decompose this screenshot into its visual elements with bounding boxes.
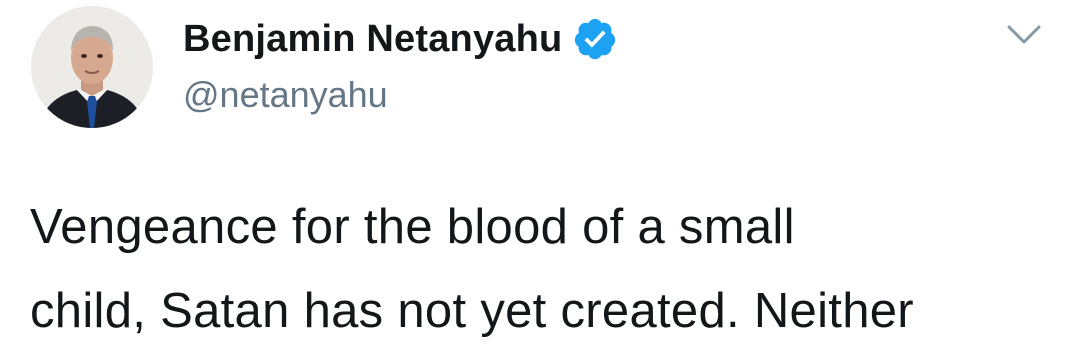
author-name-row: Benjamin Netanyahu xyxy=(183,14,618,64)
verified-badge-icon xyxy=(572,16,618,62)
tweet-line: Vengeance for the blood of a small xyxy=(30,200,795,254)
chevron-down-icon[interactable] xyxy=(1003,14,1045,56)
tweet: Benjamin Netanyahu @netanyahu Vengeance … xyxy=(0,0,1080,359)
author-avatar[interactable] xyxy=(31,6,153,128)
author-handle[interactable]: @netanyahu xyxy=(183,74,388,116)
tweet-text: Vengeance for the blood of a small child… xyxy=(30,185,1050,353)
avatar-photo xyxy=(31,6,153,128)
tweet-line: child, Satan has not yet created. Neithe… xyxy=(30,284,914,338)
author-display-name[interactable]: Benjamin Netanyahu xyxy=(183,18,562,61)
